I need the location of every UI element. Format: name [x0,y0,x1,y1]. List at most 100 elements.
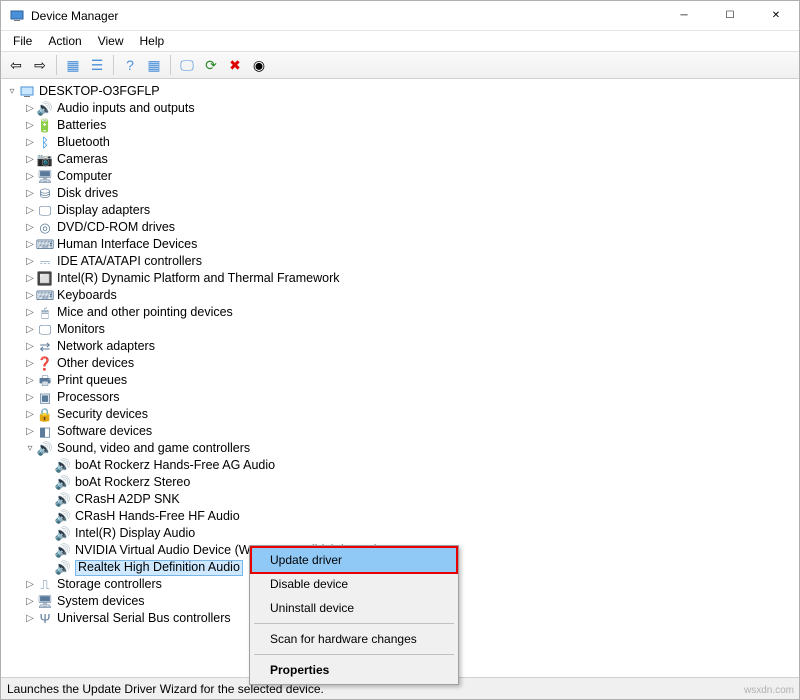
menu-action[interactable]: Action [40,32,89,50]
tree-category[interactable]: ▷⎓IDE ATA/ATAPI controllers [5,253,799,270]
expander-icon[interactable]: ▷ [23,187,37,201]
device-icon: 🔊 [55,475,71,491]
expander-icon[interactable]: ▷ [23,204,37,218]
tree-device[interactable]: 🔊CRasH Hands-Free HF Audio [5,508,799,525]
tree-category[interactable]: ▷🖵Monitors [5,321,799,338]
tree-label: DESKTOP-O3FGFLP [39,83,160,100]
tree-category[interactable]: ▷❓Other devices [5,355,799,372]
help-toolbar-button[interactable]: ? [119,54,141,76]
show-hidden-button[interactable]: ▦ [62,54,84,76]
tree-category[interactable]: ▷◎DVD/CD-ROM drives [5,219,799,236]
expander-icon[interactable]: ▷ [23,323,37,337]
device-icon: 🔊 [55,543,71,559]
device-icon: 🖵 [37,203,53,219]
close-button[interactable]: ✕ [753,1,799,31]
minimize-button[interactable]: ─ [661,1,707,31]
device-icon: 🖱 [37,305,53,321]
device-icon: 🖥 [37,594,53,610]
maximize-button[interactable]: ☐ [707,1,753,31]
menu-file[interactable]: File [5,32,40,50]
expander-icon[interactable]: ▿ [5,85,19,99]
properties-toolbar-button[interactable]: ☰ [86,54,108,76]
tree-category[interactable]: ▷🔒Security devices [5,406,799,423]
expander-icon[interactable]: ▷ [23,119,37,133]
tree-category[interactable]: ▷⇄Network adapters [5,338,799,355]
calendar-icon: ▦ [147,57,160,74]
expander-icon[interactable]: ▷ [23,408,37,422]
device-icon: ⌨ [37,288,53,304]
expander-icon[interactable]: ▷ [23,255,37,269]
tree-category[interactable]: ▷🔋Batteries [5,117,799,134]
menu-help[interactable]: Help [132,32,173,50]
ctx-properties[interactable]: Properties [252,658,456,682]
tree-label: Other devices [57,355,134,372]
tree-category[interactable]: ▷🖵Display adapters [5,202,799,219]
expander-icon[interactable]: ▿ [23,442,37,456]
device-icon: 🔊 [55,492,71,508]
ctx-uninstall-device[interactable]: Uninstall device [252,596,456,620]
expander-icon[interactable]: ▷ [23,136,37,150]
tree-label: CRasH Hands-Free HF Audio [75,508,240,525]
tree-label: Cameras [57,151,108,168]
expander-icon[interactable]: ▷ [23,340,37,354]
expander-icon[interactable]: ▷ [23,306,37,320]
grid-icon: ▦ [66,57,79,74]
tree-category[interactable]: ▷ᛒBluetooth [5,134,799,151]
tree-device[interactable]: 🔊boAt Rockerz Hands-Free AG Audio [5,457,799,474]
device-icon: 🔊 [37,441,53,457]
tree-category[interactable]: ▷⌨Keyboards [5,287,799,304]
tree-device[interactable]: 🔊boAt Rockerz Stereo [5,474,799,491]
tree-device[interactable]: 🔊CRasH A2DP SNK [5,491,799,508]
tree-category[interactable]: ▷🖱Mice and other pointing devices [5,304,799,321]
expander-icon[interactable]: ▷ [23,170,37,184]
tree-label: DVD/CD-ROM drives [57,219,175,236]
scan-button[interactable]: ⟳ [200,54,222,76]
ctx-separator [254,623,454,624]
expander-icon[interactable]: ▷ [23,374,37,388]
device-icon: ⛁ [37,186,53,202]
tree-category[interactable]: ▷⛁Disk drives [5,185,799,202]
expander-icon[interactable]: ▷ [23,391,37,405]
tree-category[interactable]: ▷📷Cameras [5,151,799,168]
expander-icon[interactable]: ▷ [23,612,37,626]
expander-icon[interactable]: ▷ [23,595,37,609]
expander-icon[interactable]: ▷ [23,221,37,235]
tree-category[interactable]: ▷🖶Print queues [5,372,799,389]
remove-button[interactable]: ✖ [224,54,246,76]
tree-category[interactable]: ▷▣Processors [5,389,799,406]
remove-icon: ✖ [229,57,241,74]
scan-icon: ⟳ [205,57,217,74]
tree-category[interactable]: ▷🔲Intel(R) Dynamic Platform and Thermal … [5,270,799,287]
tree-device[interactable]: 🔊Intel(R) Display Audio [5,525,799,542]
expander-icon[interactable]: ▷ [23,357,37,371]
tree-label: Storage controllers [57,576,162,593]
expander-icon[interactable]: ▷ [23,102,37,116]
device-icon: ᛒ [37,135,53,151]
menu-view[interactable]: View [90,32,132,50]
back-button[interactable]: ⇦ [5,54,27,76]
tree-category[interactable]: ▷◧Software devices [5,423,799,440]
ctx-update-driver[interactable]: Update driver [252,548,456,572]
expander-icon[interactable]: ▷ [23,153,37,167]
toolbar-separator [170,55,171,75]
expander-icon[interactable]: ▷ [23,425,37,439]
tree-category[interactable]: ▿🔊Sound, video and game controllers [5,440,799,457]
forward-button[interactable]: ⇨ [29,54,51,76]
more-button[interactable]: ◉ [248,54,270,76]
tree-category[interactable]: ▷🖥Computer [5,168,799,185]
tree-label: CRasH A2DP SNK [75,491,180,508]
tree-category[interactable]: ▷⌨Human Interface Devices [5,236,799,253]
ctx-scan-hardware[interactable]: Scan for hardware changes [252,627,456,651]
tree-label: Print queues [57,372,127,389]
ctx-disable-device[interactable]: Disable device [252,572,456,596]
watermark: wsxdn.com [744,685,794,696]
view-button[interactable]: ▦ [143,54,165,76]
tree-root[interactable]: ▿ DESKTOP-O3FGFLP [5,83,799,100]
tree-label: Human Interface Devices [57,236,197,253]
device-icon: ⇄ [37,339,53,355]
computer-button[interactable]: 🖵 [176,54,198,76]
expander-icon[interactable]: ▷ [23,578,37,592]
device-icon: 🔊 [55,458,71,474]
expander-icon[interactable]: ▷ [23,272,37,286]
tree-category[interactable]: ▷🔊Audio inputs and outputs [5,100,799,117]
